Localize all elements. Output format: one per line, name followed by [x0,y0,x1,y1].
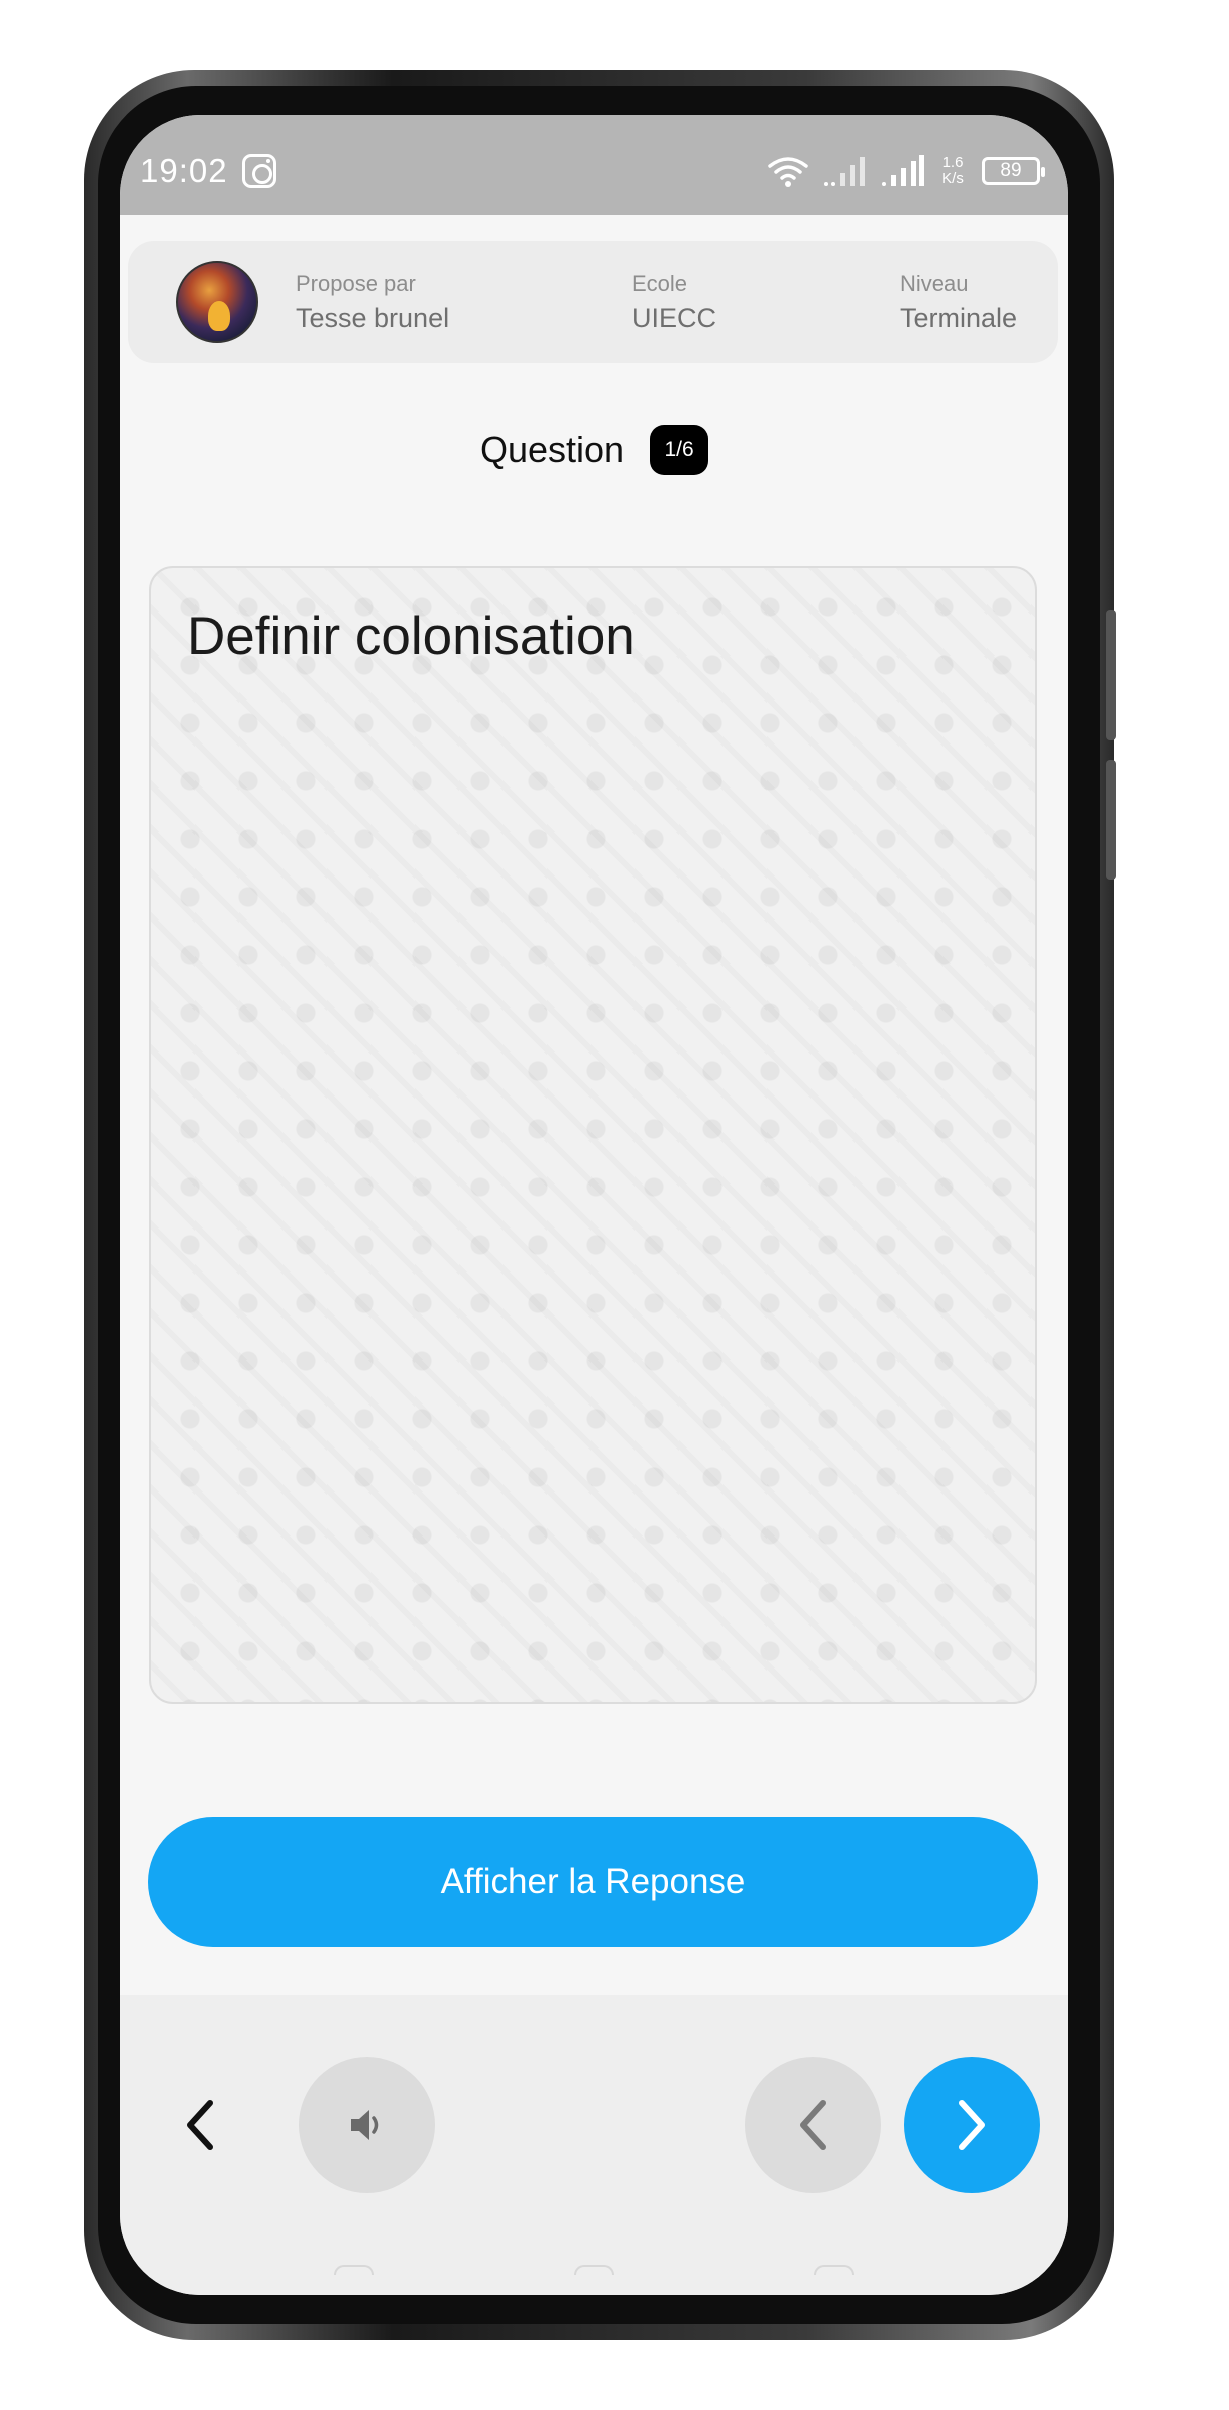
chevron-right-icon [959,2100,985,2150]
avatar-art [208,301,230,331]
school-label: Ecole [632,271,688,296]
proposed-by-value: Tesse brunel [296,303,450,333]
level-value: Terminale [900,303,1018,333]
nav-recent-hint [334,2265,374,2275]
chevron-left-icon [187,2100,213,2150]
next-question-button[interactable] [904,2057,1040,2193]
question-text: Definir colonisation [187,607,635,666]
show-answer-button[interactable]: Afficher la Reponse [148,1817,1038,1947]
avatar[interactable] [176,261,258,343]
status-time: 19:02 [140,152,228,189]
nav-home-hint [574,2265,614,2275]
question-counter-badge: 1/6 [650,425,709,475]
speaker-icon [351,2110,379,2140]
previous-question-button[interactable] [745,2057,881,2193]
network-speed: 1.6 K/s [938,155,968,187]
bottom-controls [120,1995,1068,2295]
nav-back-hint [814,2265,854,2275]
signal-icon [882,155,924,186]
status-indicators: 1.6 K/s 89 [768,155,1045,187]
back-button[interactable] [170,2085,230,2165]
question-label: Question [479,429,625,470]
instagram-icon [241,154,276,188]
network-speed-unit: K/s [942,170,964,187]
author-card: Propose par Tesse brunel Ecole UIECC Niv… [128,241,1058,363]
sound-button[interactable] [299,2057,435,2193]
wifi-icon [768,157,808,187]
volume-button [1106,610,1116,740]
question-header: Question 1/6 [120,425,1068,475]
proposed-by: Propose par Tesse brunel [296,271,449,334]
proposed-by-label: Propose par [296,271,416,296]
battery-icon: 89 [982,157,1045,185]
network-speed-value: 1.6 [942,154,964,171]
question-card: Definir colonisation [149,566,1037,1704]
app-screen: 19:02 1.6 K/s 89 Propose par Tesse brune… [120,115,1068,2295]
school-value: UIECC [632,303,717,333]
school: Ecole UIECC [632,271,716,334]
level: Niveau Terminale [900,271,1017,334]
level-label: Niveau [900,271,969,296]
signal-icon [824,157,865,186]
status-bar: 19:02 1.6 K/s 89 [120,115,1068,215]
power-button [1106,760,1116,880]
battery-level: 89 [1000,160,1022,181]
chevron-left-icon [800,2100,826,2150]
